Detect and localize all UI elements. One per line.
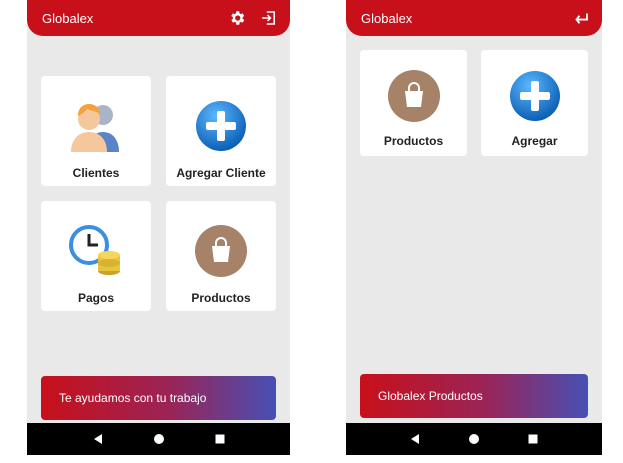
info-banner: Globalex Productos: [360, 374, 588, 418]
card-label: Pagos: [77, 291, 114, 305]
banner-text: Te ayudamos con tu trabajo: [59, 391, 207, 405]
square-recents-icon[interactable]: [523, 429, 543, 449]
gear-icon[interactable]: [226, 7, 248, 29]
home-screen: Globalex Clientes Agregar Cliente Pagos …: [27, 0, 290, 455]
system-nav-bar: [27, 423, 290, 455]
circle-home-icon[interactable]: [464, 429, 484, 449]
products-screen: Globalex Productos Agregar Globalex Prod…: [346, 0, 602, 455]
productos-card[interactable]: Productos: [166, 201, 276, 311]
users-icon: [66, 96, 126, 156]
triangle-back-icon[interactable]: [405, 429, 425, 449]
shopping-bag-icon: [191, 221, 251, 281]
circle-home-icon[interactable]: [149, 429, 169, 449]
productos-card[interactable]: Productos: [360, 50, 467, 156]
agregar-cliente-card[interactable]: Agregar Cliente: [166, 76, 276, 186]
info-banner: Te ayudamos con tu trabajo: [41, 376, 276, 420]
card-label: Productos: [383, 134, 444, 148]
banner-text: Globalex Productos: [378, 389, 483, 403]
card-label: Clientes: [72, 166, 120, 180]
app-title: Globalex: [361, 10, 413, 26]
card-label: Agregar: [511, 134, 558, 148]
pagos-card[interactable]: Pagos: [41, 201, 151, 311]
plus-circle-icon: [505, 66, 565, 126]
app-bar: Globalex: [27, 0, 290, 36]
card-label: Agregar Cliente: [176, 166, 266, 180]
plus-circle-icon: [191, 96, 251, 156]
app-bar: Globalex: [346, 0, 602, 36]
square-recents-icon[interactable]: [210, 429, 230, 449]
agregar-card[interactable]: Agregar: [481, 50, 588, 156]
system-nav-bar: [346, 423, 602, 455]
app-title: Globalex: [42, 10, 94, 26]
clientes-card[interactable]: Clientes: [41, 76, 151, 186]
shopping-bag-icon: [384, 66, 444, 126]
card-label: Productos: [191, 291, 251, 305]
triangle-back-icon[interactable]: [88, 429, 108, 449]
return-arrow-icon[interactable]: [570, 7, 592, 29]
clock-coins-icon: [66, 221, 126, 281]
exit-icon[interactable]: [258, 7, 280, 29]
